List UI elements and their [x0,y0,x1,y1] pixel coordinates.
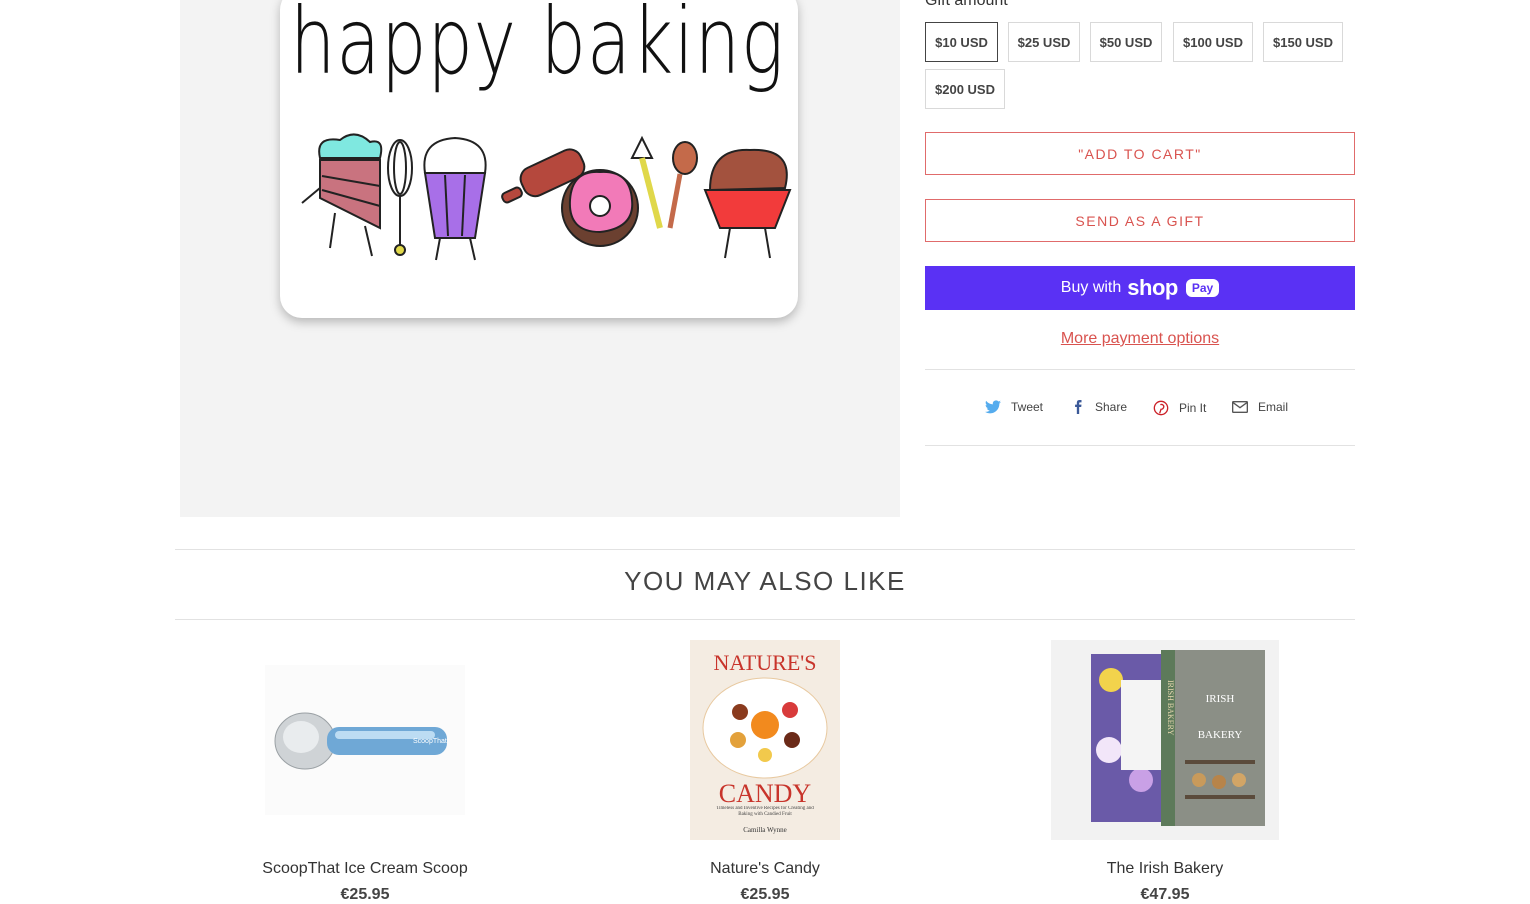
product-price: €25.95 [740,886,790,903]
amount-option-25[interactable]: $25 USD [1008,22,1080,62]
product-name[interactable]: ScoopThat Ice Cream Scoop [165,860,565,878]
product-card[interactable]: NATURE'S CANDY Timeless and Inventive Re… [565,640,965,904]
scoop-brand-text: ScoopThat [413,738,447,745]
cover-title-bottom: CANDY [719,779,812,808]
email-icon [1232,401,1248,413]
add-to-cart-button[interactable]: "ADD TO CART" [925,132,1355,175]
product-image[interactable]: IRISH BAKERY IRISH BAKERY [965,640,1365,840]
pin-it-label: Pin It [1179,401,1207,415]
product-price: €47.95 [1140,886,1190,903]
gift-card-text: happy baking [290,0,785,95]
twitter-icon [985,400,1001,414]
tweet-button[interactable]: Tweet [985,400,1043,414]
product-card[interactable]: IRISH BAKERY IRISH BAKERY The Irish Bake… [965,640,1365,904]
product-price: €25.95 [340,886,390,903]
facebook-icon [1075,400,1082,414]
amount-option-10[interactable]: $10 USD [925,22,998,62]
related-products-title: YOU MAY ALSO LIKE [624,566,906,596]
product-name[interactable]: The Irish Bakery [965,860,1365,878]
cover-title-top: IRISH [1206,693,1235,705]
product-image[interactable]: NATURE'S CANDY Timeless and Inventive Re… [565,640,965,840]
cover-subtitle: Timeless and Inventive Recipes for Creat… [716,806,814,817]
amount-option-200[interactable]: $200 USD [925,69,1005,109]
cover-author: Camilla Wynne [743,826,787,834]
email-label: Email [1258,400,1289,414]
product-name[interactable]: Nature's Candy [565,860,965,878]
share-button[interactable]: Share [1071,400,1127,414]
section-divider-bottom [175,619,1355,620]
divider [925,445,1355,446]
product-image[interactable]: ScoopThat [165,640,565,840]
book-spine-text: IRISH BAKERY [1166,680,1175,736]
tweet-label: Tweet [1011,400,1044,414]
ice-cream-scoop-image: ScoopThat [265,665,465,815]
email-share-button[interactable]: Email [1232,400,1288,414]
divider [925,369,1355,370]
baking-characters-illustration [301,133,792,261]
cover-title-bottom: BAKERY [1198,729,1243,741]
product-card[interactable]: ScoopThat ScoopThat Ice Cream Scoop €25.… [165,640,565,904]
amount-option-50[interactable]: $50 USD [1090,22,1162,62]
shop-pay-pill: Pay [1185,279,1220,297]
buy-with-label: Buy with [1060,279,1122,296]
amount-option-100[interactable]: $100 USD [1173,22,1253,62]
gift-card-image: happy baking [280,0,798,318]
irish-bakery-book-image: IRISH BAKERY IRISH BAKERY [1051,640,1279,840]
share-label: Share [1095,400,1128,414]
buy-with-shop-pay-button[interactable]: Buy with shop Pay [925,266,1355,310]
natures-candy-book-cover: NATURE'S CANDY Timeless and Inventive Re… [690,640,840,840]
more-payment-options-link[interactable]: More payment options [925,330,1355,348]
section-divider-top [175,549,1355,550]
pin-it-button[interactable]: Pin It [1153,400,1206,416]
amount-option-150[interactable]: $150 USD [1263,22,1343,62]
shop-pay-logo: shop [1127,275,1178,300]
cover-title-top: NATURE'S [714,650,817,675]
gift-amount-label: Gift amount [925,0,1008,9]
product-image-gallery[interactable]: happy baking [180,0,900,517]
pinterest-icon [1153,400,1169,416]
send-as-gift-button[interactable]: SEND AS A GIFT [925,199,1355,242]
